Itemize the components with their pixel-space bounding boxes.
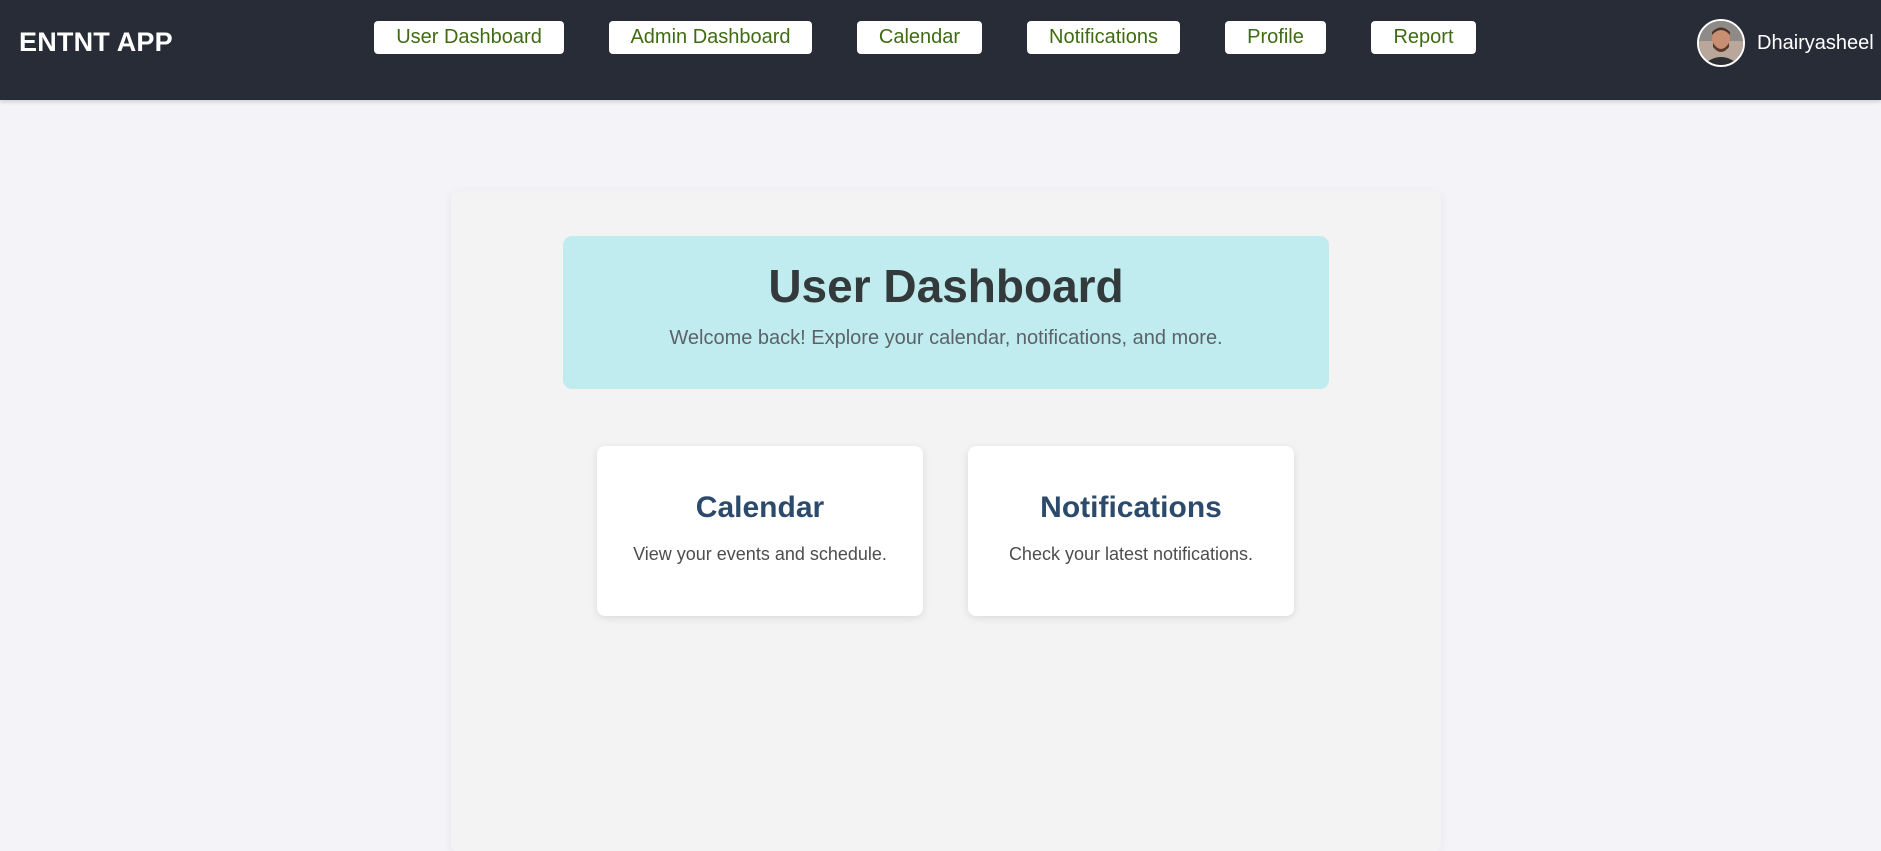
dashboard-panel: User Dashboard Welcome back! Explore you… [451, 191, 1441, 851]
nav-profile-button[interactable]: Profile [1225, 21, 1326, 54]
user-menu[interactable]: Dhairyasheel [1697, 19, 1874, 67]
app-brand[interactable]: ENTNT APP [19, 25, 173, 59]
user-avatar-icon[interactable] [1697, 19, 1745, 67]
notifications-card-description: Check your latest notifications. [1008, 544, 1254, 564]
nav-notifications-button[interactable]: Notifications [1027, 21, 1180, 54]
username-label: Dhairyasheel [1757, 32, 1874, 54]
top-navbar: ENTNT APP User Dashboard Admin Dashboard… [0, 0, 1881, 100]
welcome-message: Welcome back! Explore your calendar, not… [669, 327, 1223, 349]
notifications-card[interactable]: Notifications Check your latest notifica… [968, 446, 1294, 616]
notifications-card-title: Notifications [1040, 491, 1222, 524]
page-title: User Dashboard [768, 260, 1124, 312]
nav-report-button[interactable]: Report [1371, 21, 1476, 54]
calendar-card-description: View your events and schedule. [633, 544, 887, 564]
nav-calendar-button[interactable]: Calendar [857, 21, 982, 54]
calendar-card[interactable]: Calendar View your events and schedule. [597, 446, 923, 616]
welcome-banner: User Dashboard Welcome back! Explore you… [563, 236, 1329, 389]
calendar-card-title: Calendar [695, 491, 825, 524]
nav-admin-dashboard-button[interactable]: Admin Dashboard [609, 21, 812, 54]
nav-user-dashboard-button[interactable]: User Dashboard [374, 21, 564, 54]
